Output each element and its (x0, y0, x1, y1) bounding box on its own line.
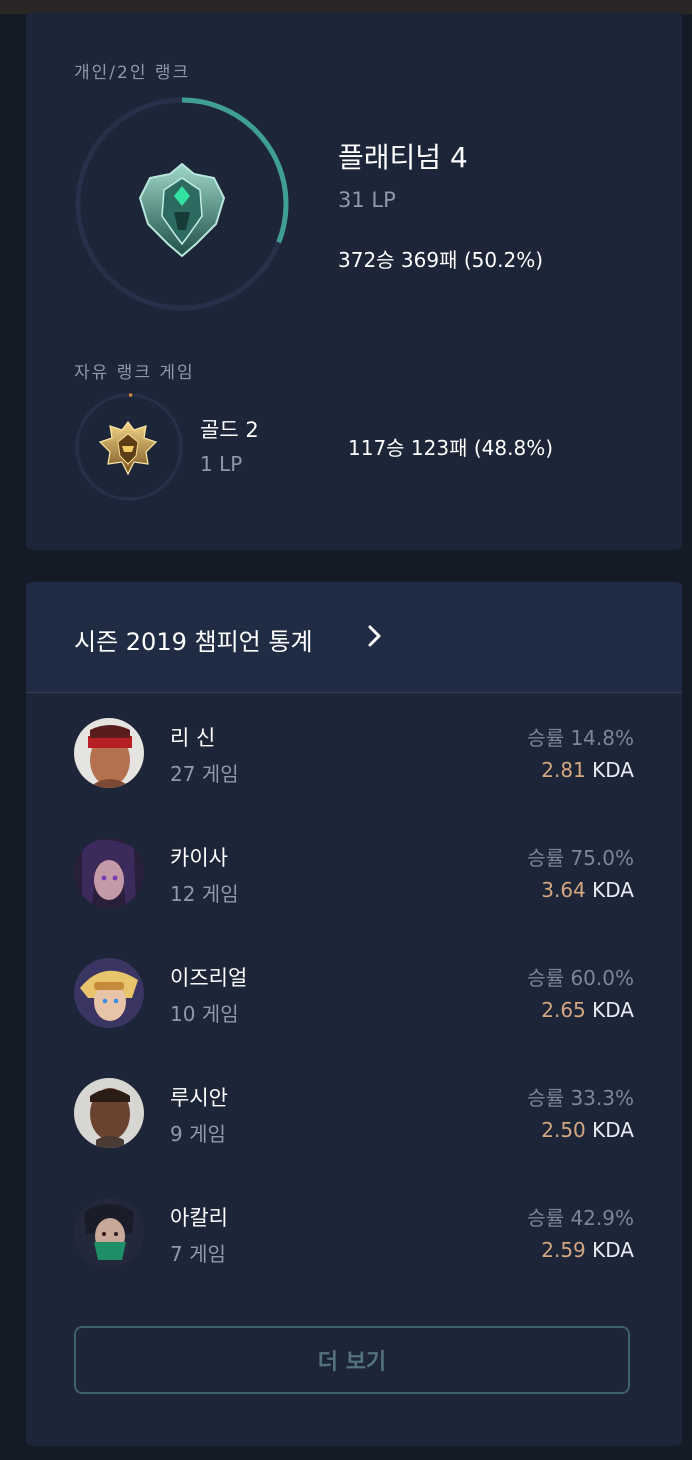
kda-unit: KDA (592, 1238, 634, 1262)
champion-stats-header[interactable]: 시즌 2019 챔피언 통계 (26, 582, 682, 693)
kda-value: 2.81 (541, 758, 586, 782)
champion-name: 아칼리 (170, 1206, 228, 1230)
champion-games: 27 게임 (170, 762, 239, 786)
champion-winrate: 승률 14.8% (527, 726, 634, 750)
solo-tier: 플래티넘 4 (338, 141, 468, 174)
champion-games: 12 게임 (170, 882, 239, 906)
kda-unit: KDA (592, 1118, 634, 1142)
champion-kda: 2.59 KDA (541, 1238, 634, 1262)
platinum-emblem-icon (138, 162, 226, 258)
champion-portrait-lucian (74, 1078, 144, 1148)
flex-lp: 1 LP (200, 452, 243, 476)
kda-value: 2.65 (541, 998, 586, 1022)
solo-lp: 31 LP (338, 188, 396, 212)
champion-kda: 3.64 KDA (541, 878, 634, 902)
kda-unit: KDA (592, 758, 634, 782)
more-button[interactable]: 더 보기 (74, 1326, 630, 1394)
champion-portrait-ezreal (74, 958, 144, 1028)
champion-portrait-akali (74, 1198, 144, 1268)
kda-unit: KDA (592, 878, 634, 902)
champion-name: 루시안 (170, 1086, 228, 1110)
champion-stats-title: 시즌 2019 챔피언 통계 (74, 628, 313, 656)
solo-record: 372승 369패 (50.2%) (338, 248, 544, 272)
kda-value: 2.50 (541, 1118, 586, 1142)
champion-games: 7 게임 (170, 1242, 226, 1266)
champion-games: 10 게임 (170, 1002, 239, 1026)
champion-kda: 2.65 KDA (541, 998, 634, 1022)
champion-row-lucian[interactable]: 루시안 9 게임 승률 33.3% 2.50 KDA (26, 1078, 682, 1158)
champion-games: 9 게임 (170, 1122, 226, 1146)
champion-stats-card: 시즌 2019 챔피언 통계 리 신 27 게임 승률 14.8% 2.81 K… (26, 582, 682, 1446)
champion-name: 리 신 (170, 726, 216, 750)
champion-portrait-lee-sin (74, 718, 144, 788)
champion-winrate: 승률 60.0% (527, 966, 634, 990)
champion-winrate: 승률 75.0% (527, 846, 634, 870)
rank-card: 개인/2인 랭크 플래티넘 4 31 LP 372승 369패 (50.2%) … (26, 12, 682, 550)
champion-row-lee-sin[interactable]: 리 신 27 게임 승률 14.8% 2.81 KDA (26, 718, 682, 798)
champion-kda: 2.50 KDA (541, 1118, 634, 1142)
chevron-right-icon[interactable] (362, 624, 386, 648)
champion-winrate: 승률 33.3% (527, 1086, 634, 1110)
kda-value: 2.59 (541, 1238, 586, 1262)
kda-value: 3.64 (541, 878, 586, 902)
flex-record: 117승 123패 (48.8%) (348, 436, 554, 460)
champion-winrate: 승률 42.9% (527, 1206, 634, 1230)
flex-tier: 골드 2 (200, 418, 259, 442)
champion-row-kaisa[interactable]: 카이사 12 게임 승률 75.0% 3.64 KDA (26, 838, 682, 918)
champion-row-ezreal[interactable]: 이즈리얼 10 게임 승률 60.0% 2.65 KDA (26, 958, 682, 1038)
champion-name: 카이사 (170, 846, 228, 870)
gold-emblem-icon (98, 421, 158, 476)
champion-name: 이즈리얼 (170, 966, 248, 990)
champion-portrait-kaisa (74, 838, 144, 908)
champion-kda: 2.81 KDA (541, 758, 634, 782)
flex-rank-label: 자유 랭크 게임 (74, 363, 195, 383)
kda-unit: KDA (592, 998, 634, 1022)
champion-row-akali[interactable]: 아칼리 7 게임 승률 42.9% 2.59 KDA (26, 1198, 682, 1278)
solo-rank-label: 개인/2인 랭크 (74, 63, 191, 83)
